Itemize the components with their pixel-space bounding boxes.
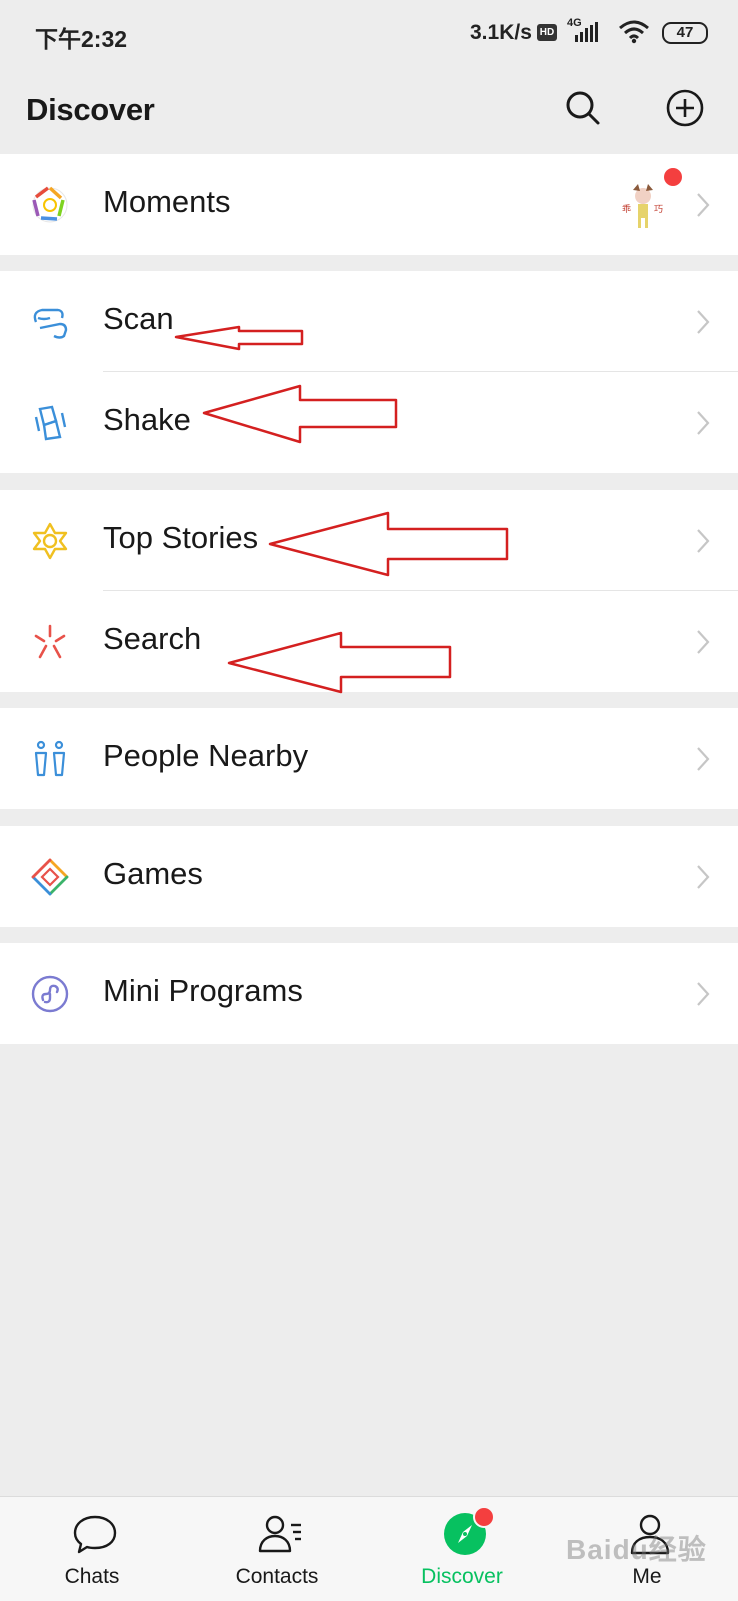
- tab-me-label: Me: [632, 1565, 662, 1588]
- signal-icon: [575, 22, 598, 42]
- moments-thumbnail: 乖 巧: [622, 184, 663, 228]
- mini-programs-cell[interactable]: Mini Programs: [0, 943, 738, 1044]
- moments-cell[interactable]: Moments 乖 巧: [0, 154, 738, 255]
- shake-label: Shake: [103, 402, 191, 437]
- moments-group: Moments 乖 巧: [0, 154, 738, 255]
- scan-label: Scan: [103, 301, 174, 336]
- people-nearby-cell[interactable]: People Nearby: [0, 708, 738, 809]
- search-cell[interactable]: Search: [0, 591, 738, 692]
- stories-search-group: Top Stories Search: [0, 490, 738, 692]
- search-sparkle-icon: [34, 624, 66, 659]
- tab-discover[interactable]: Discover: [397, 1497, 527, 1601]
- tab-contacts[interactable]: Contacts: [212, 1497, 342, 1601]
- games-icon: [31, 858, 69, 896]
- games-label: Games: [103, 856, 203, 891]
- shake-cell[interactable]: Shake: [0, 372, 738, 473]
- battery-indicator: 47: [662, 22, 708, 44]
- tab-discover-label: Discover: [421, 1565, 503, 1588]
- tab-contacts-label: Contacts: [235, 1565, 319, 1588]
- plus-circle-icon[interactable]: [665, 88, 705, 128]
- status-time: 下午2:32: [35, 26, 128, 52]
- chevron-right-icon: [697, 529, 710, 553]
- people-nearby-label: People Nearby: [103, 738, 309, 773]
- chat-bubble-icon: [73, 1515, 117, 1554]
- status-bar: 下午2:32 3.1K/s HD 4G 47: [0, 0, 738, 66]
- chevron-right-icon: [697, 865, 710, 889]
- svg-text:乖: 乖: [622, 203, 631, 215]
- people-nearby-icon: [34, 740, 66, 777]
- moments-label: Moments: [103, 184, 231, 219]
- mini-programs-label: Mini Programs: [103, 973, 303, 1008]
- chevron-right-icon: [697, 411, 710, 435]
- shake-icon: [34, 405, 67, 441]
- status-network-speed: 3.1K/s: [470, 21, 532, 44]
- chevron-right-icon: [697, 630, 710, 654]
- search-label: Search: [103, 621, 202, 656]
- mini-programs-icon: [31, 975, 69, 1013]
- scan-cell[interactable]: Scan: [0, 271, 738, 372]
- chevron-right-icon: [697, 310, 710, 334]
- mini-programs-group: Mini Programs: [0, 943, 738, 1044]
- top-stories-cell[interactable]: Top Stories: [0, 490, 738, 591]
- chevron-right-icon: [697, 193, 710, 217]
- chevron-right-icon: [697, 747, 710, 771]
- scan-icon: [33, 308, 68, 339]
- page-header: Discover: [0, 66, 738, 154]
- scan-shake-group: Scan Shake: [0, 271, 738, 473]
- search-icon[interactable]: [563, 88, 603, 128]
- top-stories-label: Top Stories: [103, 520, 259, 555]
- moments-unread-dot: [664, 168, 682, 186]
- games-group: Games: [0, 826, 738, 927]
- games-cell[interactable]: Games: [0, 826, 738, 927]
- status-hd-badge: HD: [537, 24, 557, 41]
- top-stories-icon: [32, 522, 68, 560]
- watermark: Baidu经验: [566, 1534, 707, 1565]
- svg-text:巧: 巧: [654, 204, 663, 215]
- people-nearby-group: People Nearby: [0, 708, 738, 809]
- contacts-icon: [258, 1515, 301, 1553]
- tab-chats[interactable]: Chats: [27, 1497, 157, 1601]
- moments-aperture-icon: [32, 186, 68, 223]
- discover-unread-dot: [473, 1506, 495, 1528]
- wifi-icon: [619, 20, 649, 44]
- tab-chats-label: Chats: [64, 1565, 120, 1588]
- chevron-right-icon: [697, 982, 710, 1006]
- page-title: Discover: [26, 92, 155, 127]
